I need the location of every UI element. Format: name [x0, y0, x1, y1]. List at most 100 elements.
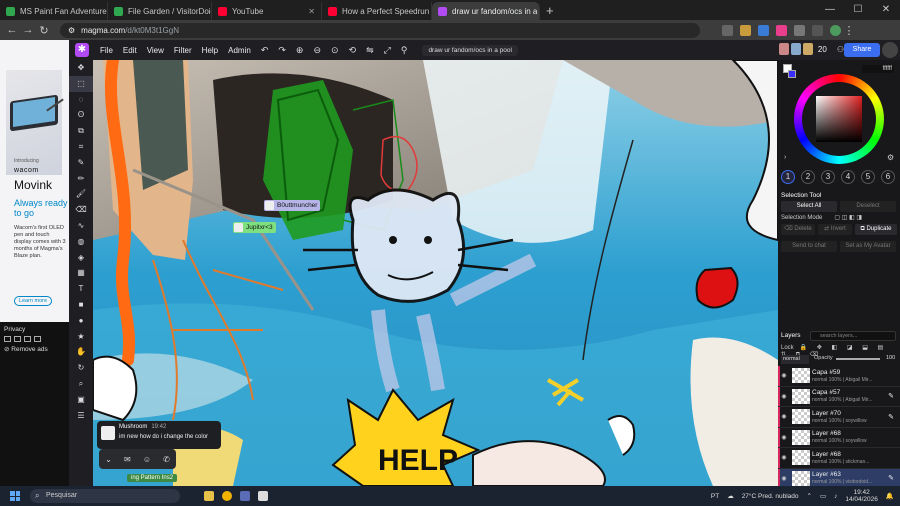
layer-row[interactable]: ◉ Capa #57 normal 100% | Abigail Mir... ✎	[778, 386, 900, 407]
eraser-tool-icon[interactable]: ⌫	[69, 202, 93, 218]
menu-filter[interactable]: Filter	[174, 46, 192, 55]
brush-slot[interactable]: 3	[821, 170, 835, 184]
room-name[interactable]: draw ur fandom/ocs in a pool	[422, 44, 518, 56]
own-avatar[interactable]	[882, 42, 898, 58]
edit-pencil-icon[interactable]: ✎	[888, 392, 894, 400]
hex-input[interactable]: ffffff	[862, 65, 894, 73]
tab-file-garden[interactable]: File Garden / VisitorDoidoOi✕	[108, 2, 212, 20]
eyedropper-tool-icon[interactable]: ✎	[69, 155, 93, 171]
comment-tool-icon[interactable]: ▣	[69, 392, 93, 408]
send-to-chat-button[interactable]: Send to chat	[781, 241, 837, 252]
layer-row-selected[interactable]: ◉ Layer #63 normal 100% | visitordoid... ✎	[778, 468, 900, 486]
tab-magma-room[interactable]: draw ur fandom/ocs in a pool✕	[432, 2, 540, 20]
advertisement-panel[interactable]: Introducing wacom Movink Always ready to…	[0, 40, 69, 322]
brush-slot[interactable]: 4	[841, 170, 855, 184]
sidebar-icon[interactable]	[812, 24, 823, 36]
brush-slot[interactable]: 1	[781, 170, 795, 184]
tab-youtube[interactable]: YouTube ✕	[212, 2, 322, 20]
site-info-icon[interactable]: ⚙	[68, 26, 75, 35]
chevron-right-icon[interactable]: ›	[784, 154, 786, 161]
star-tool-icon[interactable]: ★	[69, 329, 93, 345]
brush-slot[interactable]: 2	[801, 170, 815, 184]
voice-icon[interactable]: ✆	[163, 455, 170, 464]
invert-button[interactable]: ⇄ Invert	[818, 224, 852, 235]
layer-row[interactable]: ◉ Layer #68 normal 100% | soywillow	[778, 427, 900, 448]
fullscreen-icon[interactable]: ⤢	[384, 45, 391, 56]
duplicate-button[interactable]: ⧉ Duplicate	[855, 224, 897, 235]
user-avatar[interactable]	[790, 43, 801, 55]
deselect-button[interactable]: Deselect	[840, 201, 896, 212]
url-field[interactable]: ⚙ magma.com/d/kt0M3t1GgN	[60, 22, 700, 38]
notification-icon[interactable]: 🔔	[886, 492, 894, 500]
taskbar-search[interactable]: Pesquisar	[30, 489, 180, 503]
zoom-tool-icon[interactable]: ⌕	[69, 376, 93, 392]
brush-slot[interactable]: 6	[881, 170, 895, 184]
opacity-slider[interactable]	[836, 358, 880, 360]
remove-ads-link[interactable]: ⊘ Remove ads	[4, 345, 65, 353]
hand-tool-icon[interactable]: ✋	[69, 344, 93, 360]
more-tools-icon[interactable]: ☰	[69, 408, 93, 424]
forward-arrow-icon[interactable]: →	[20, 24, 36, 36]
flip-icon[interactable]: ⇋	[366, 45, 374, 56]
edit-pencil-icon[interactable]: ✎	[888, 413, 894, 421]
close-icon[interactable]: ✕	[308, 7, 315, 16]
share-button[interactable]: Share	[844, 43, 880, 57]
lasso-tool-icon[interactable]: ʘ	[69, 107, 93, 123]
redo-icon[interactable]: ↷	[278, 45, 286, 56]
menu-file[interactable]: File	[100, 46, 113, 55]
rectangle-tool-icon[interactable]: ■	[69, 297, 93, 313]
opacity-value[interactable]: 100	[886, 355, 895, 361]
chat-bubble-icon[interactable]: ✉	[124, 455, 131, 464]
menu-view[interactable]: View	[147, 46, 164, 55]
layer-row[interactable]: ◉ Capa #59 normal 100% | Abigail Mir...	[778, 366, 900, 387]
extension-icon[interactable]	[776, 24, 787, 36]
brush-slot[interactable]: 5	[861, 170, 875, 184]
layer-search-input[interactable]: search layers...	[810, 331, 896, 341]
undo-icon[interactable]: ↶	[261, 45, 269, 56]
gear-icon[interactable]: ⚙	[887, 153, 894, 162]
brush-tool-icon[interactable]: 🖌	[69, 186, 93, 202]
user-avatar[interactable]	[802, 43, 813, 55]
menu-admin[interactable]: Admin	[228, 46, 251, 55]
maximize-icon[interactable]: ☐	[844, 0, 872, 20]
privacy-option-icon[interactable]	[34, 336, 41, 342]
tab-speedrun-video[interactable]: How a Perfect Speedrun Was F✕	[322, 2, 432, 20]
clock[interactable]: 19:42 14/04/2026	[845, 489, 878, 503]
magma-logo-icon[interactable]: ✱	[75, 43, 89, 57]
rect-select-tool-icon[interactable]: ⬚	[69, 75, 93, 92]
menu-help[interactable]: Help	[202, 46, 218, 55]
network-icon[interactable]: ▭	[820, 492, 826, 500]
rotate-icon[interactable]: ⟲	[349, 45, 357, 56]
ellipse-tool-icon[interactable]: ●	[69, 313, 93, 329]
gradient-tool-icon[interactable]: ▦	[69, 265, 93, 281]
chrome-icon[interactable]	[222, 491, 232, 501]
back-arrow-icon[interactable]: ←	[4, 24, 20, 36]
cast-icon[interactable]	[722, 24, 733, 36]
privacy-option-icon[interactable]	[14, 336, 21, 342]
privacy-option-icon[interactable]	[4, 336, 11, 342]
reaction-icon[interactable]: ☺	[143, 455, 151, 464]
layer-row[interactable]: ◉ Layer #70 normal 100% | soywillow ✎	[778, 407, 900, 428]
blend-mode-select[interactable]: normal	[781, 355, 809, 364]
secondary-color-swatch[interactable]	[788, 70, 796, 78]
delete-button[interactable]: ⌫ Delete	[781, 224, 815, 235]
rotate-view-tool-icon[interactable]: ↻	[69, 360, 93, 376]
tab-ms-paint-fan-adventures[interactable]: MS Paint Fan Adventures✕	[0, 2, 108, 20]
fill-tool-icon[interactable]: ◈	[69, 250, 93, 266]
zoom-out-icon[interactable]: ⊖	[313, 45, 321, 56]
extensions-puzzle-icon[interactable]	[794, 24, 805, 36]
zoom-in-icon[interactable]: ⊕	[296, 45, 304, 56]
window-close-icon[interactable]: ✕	[872, 0, 900, 20]
menu-edit[interactable]: Edit	[123, 46, 137, 55]
volume-icon[interactable]: ♪	[834, 493, 837, 500]
move-tool-icon[interactable]: ✥	[69, 60, 93, 76]
saturation-square[interactable]	[816, 96, 862, 142]
layer-row[interactable]: ◉ Layer #68 normal 100% | stickman...	[778, 448, 900, 469]
bookmark-star-icon[interactable]	[740, 24, 751, 36]
crop-tool-icon[interactable]: ⌗	[69, 139, 93, 155]
new-tab-button[interactable]: +	[540, 2, 560, 20]
blur-tool-icon[interactable]: ◍	[69, 234, 93, 250]
selection-mode-icons[interactable]: ▢ ◫ ◧ ◨	[834, 215, 862, 221]
pencil-tool-icon[interactable]: ✏	[69, 171, 93, 187]
ad-learn-more-button[interactable]: Learn more	[14, 296, 52, 306]
